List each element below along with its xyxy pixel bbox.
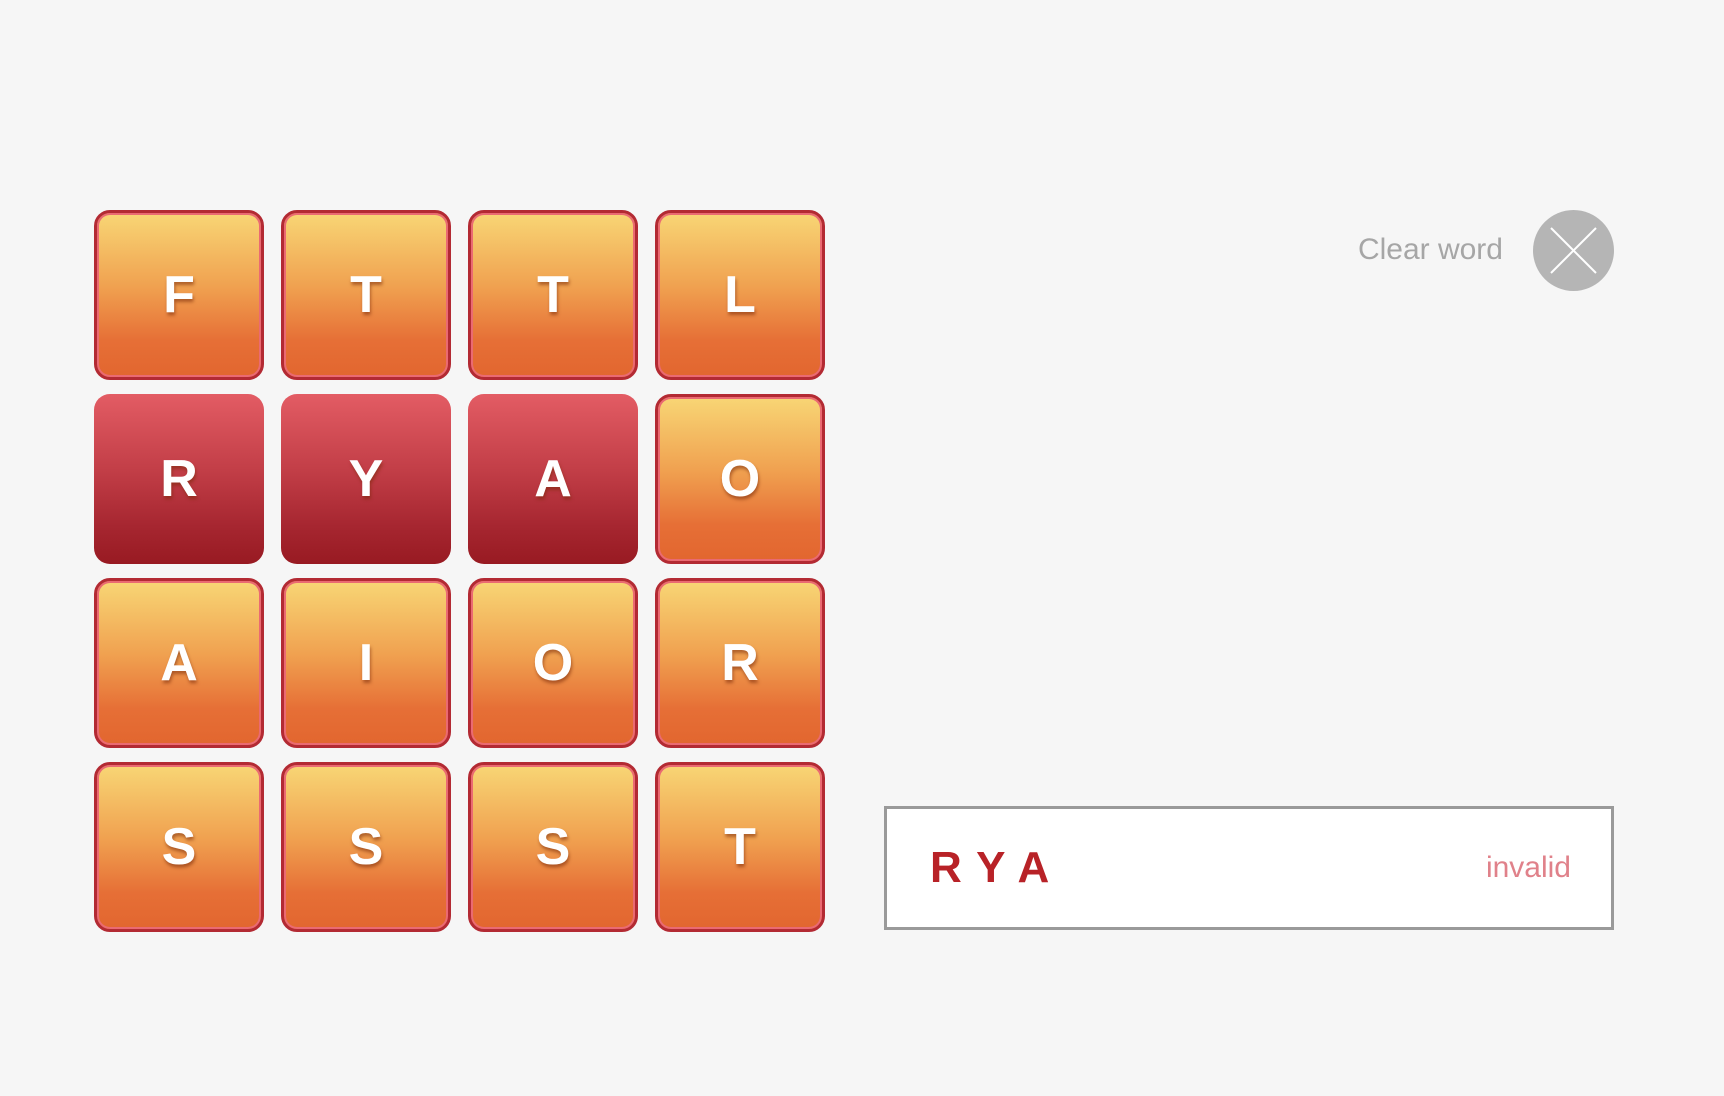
letter-tile[interactable]: F [94,210,264,380]
letter-tile[interactable]: I [281,578,451,748]
letter-board: F T T L R Y A O A I O R S S S T [94,210,825,932]
tile-letter: O [532,634,574,692]
letter-tile[interactable]: S [468,762,638,932]
tile-letter: T [724,818,756,876]
tile-letter: A [534,450,572,508]
tile-letter: Y [348,450,384,508]
letter-tile[interactable]: T [655,762,825,932]
tile-letter: S [161,818,197,876]
close-icon [1550,227,1597,274]
letter-tile[interactable]: T [468,210,638,380]
letter-tile[interactable]: R [655,578,825,748]
tile-letter: A [160,634,198,692]
letter-tile[interactable]: S [281,762,451,932]
letter-tile[interactable]: L [655,210,825,380]
tile-letter: L [724,266,756,324]
letter-tile-selected[interactable]: R [94,394,264,564]
letter-tile[interactable]: A [94,578,264,748]
tile-letter: S [535,818,571,876]
tile-letter: R [721,634,759,692]
clear-word-label[interactable]: Clear word [1358,230,1503,270]
tile-letter: T [350,266,382,324]
letter-tile[interactable]: T [281,210,451,380]
letter-tile[interactable]: O [468,578,638,748]
current-word-panel: RYA invalid [884,806,1614,930]
clear-word-button[interactable] [1533,210,1614,291]
current-word: RYA [930,843,1066,892]
letter-tile[interactable]: O [655,394,825,564]
tile-letter: I [358,634,374,692]
tile-letter: S [348,818,384,876]
tile-letter: R [160,450,198,508]
game-screen: F T T L R Y A O A I O R S S S T Clear wo… [0,0,1724,1096]
tile-letter: F [163,266,195,324]
letter-tile-selected[interactable]: A [468,394,638,564]
word-status: invalid [1485,851,1571,884]
tile-letter: T [537,266,569,324]
letter-tile-selected[interactable]: Y [281,394,451,564]
tile-letter: O [719,450,761,508]
letter-tile[interactable]: S [94,762,264,932]
